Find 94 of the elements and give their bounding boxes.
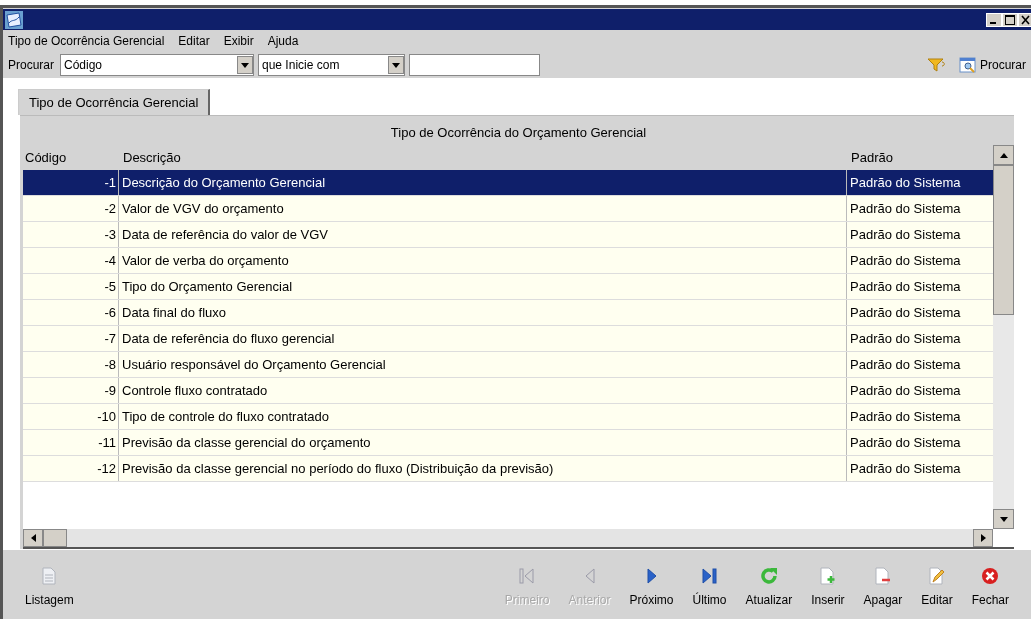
table-cell-text: Padrão do Sistema bbox=[849, 200, 962, 218]
list-button[interactable]: Listagem bbox=[21, 564, 78, 609]
menu-item[interactable]: Editar bbox=[178, 32, 210, 50]
table-cell: Valor de verba do orçamento bbox=[119, 248, 847, 273]
menu-item[interactable]: Exibir bbox=[223, 32, 254, 50]
table-cell: Data final do fluxo bbox=[119, 300, 847, 325]
close-button[interactable]: Fechar bbox=[967, 564, 1013, 609]
table-cell-text: Padrão do Sistema bbox=[849, 434, 962, 452]
table-cell: Controle fluxo contratado bbox=[119, 378, 847, 403]
close-button[interactable] bbox=[1018, 12, 1031, 27]
table-cell-text: Padrão do Sistema bbox=[849, 330, 962, 348]
table-cell-text: Padrão do Sistema bbox=[849, 304, 962, 322]
table-cell-text: Padrão do Sistema bbox=[849, 252, 962, 270]
refresh-button[interactable]: Atualizar bbox=[741, 564, 797, 609]
left-triangle-icon bbox=[583, 566, 596, 585]
table-cell: Data de referência do valor de VGV bbox=[119, 222, 847, 247]
table-cell: -2 bbox=[23, 196, 119, 221]
filter-icon[interactable] bbox=[927, 57, 947, 73]
table-cell: -4 bbox=[23, 248, 119, 273]
table-row[interactable]: -7 Data de referência do fluxo gerencial Padrão do Sistema bbox=[23, 326, 993, 352]
table-cell: Usuário responsável do Orçamento Gerencial bbox=[119, 352, 847, 377]
table-cell: -3 bbox=[23, 222, 119, 247]
table-cell: Tipo do Orçamento Gerencial bbox=[119, 274, 847, 299]
table-cell-text: Padrão do Sistema bbox=[849, 382, 962, 400]
left-arrow-icon bbox=[30, 534, 36, 542]
tab[interactable]: Tipo de Ocorrência Gerencial bbox=[18, 89, 211, 115]
table-row[interactable]: -3 Data de referência do valor de VGV Padrão do Sistema bbox=[23, 222, 993, 248]
table-cell: Previsão da classe gerencial no período do fluxo (Distribuição da previsão) bbox=[119, 456, 847, 481]
next-button[interactable]: Próximo bbox=[625, 564, 678, 609]
delete-button[interactable]: Apagar bbox=[859, 564, 907, 609]
search-label: Procurar bbox=[8, 57, 54, 74]
table-cell: -12 bbox=[23, 456, 119, 481]
document-icon bbox=[42, 566, 57, 585]
table-row[interactable]: -8 Usuário responsável do Orçamento Gerencial Padrão do Sistema bbox=[23, 352, 993, 378]
maximize-button[interactable] bbox=[1002, 12, 1018, 27]
refresh-icon bbox=[759, 566, 778, 585]
table-row[interactable]: -9 Controle fluxo contratado Padrão do Sistema bbox=[23, 378, 993, 404]
table-cell: -9 bbox=[23, 378, 119, 403]
app-icon bbox=[5, 10, 23, 29]
close-icon bbox=[981, 566, 1000, 585]
table-row[interactable]: -6 Data final do fluxo Padrão do Sistema bbox=[23, 300, 993, 326]
table-cell-text: Padrão do Sistema bbox=[849, 408, 962, 426]
vertical-scrollbar[interactable] bbox=[993, 145, 1014, 529]
edit-document-icon bbox=[928, 566, 945, 585]
add-document-icon bbox=[819, 566, 836, 585]
scrollbar-thumb[interactable] bbox=[993, 165, 1014, 315]
table-row[interactable]: -11 Previsão da classe gerencial do orçamento Padrão do Sistema bbox=[23, 430, 993, 456]
field-dropdown[interactable]: Código bbox=[60, 54, 254, 76]
column-header: Código bbox=[24, 148, 68, 167]
table-cell: -8 bbox=[23, 352, 119, 377]
table-cell-text: Padrão do Sistema bbox=[849, 174, 962, 192]
search-button[interactable]: Procurar bbox=[959, 56, 1026, 74]
table-row[interactable]: -5 Tipo do Orçamento Gerencial Padrão do Sistema bbox=[23, 274, 993, 300]
menu-item[interactable]: Tipo de Ocorrência Gerencial bbox=[8, 32, 165, 50]
table-cell: -7 bbox=[23, 326, 119, 351]
scrollbar-thumb[interactable] bbox=[43, 529, 67, 547]
table-cell: -5 bbox=[23, 274, 119, 299]
column-header: Padrão bbox=[850, 148, 894, 167]
first-icon bbox=[519, 566, 536, 585]
edit-button[interactable]: Editar bbox=[917, 564, 957, 609]
table-row[interactable]: -4 Valor de verba do orçamento Padrão do Sistema bbox=[23, 248, 993, 274]
down-arrow-icon bbox=[999, 516, 1008, 522]
table-cell: -11 bbox=[23, 430, 119, 455]
horizontal-scrollbar[interactable] bbox=[23, 529, 993, 547]
menu-item[interactable]: Ajuda bbox=[267, 32, 299, 50]
search-field[interactable] bbox=[409, 54, 540, 76]
insert-button[interactable]: Inserir bbox=[807, 564, 849, 609]
table-cell: -6 bbox=[23, 300, 119, 325]
remove-document-icon bbox=[874, 566, 891, 585]
group-header: Tipo de Ocorrência do Orçamento Gerencial bbox=[390, 124, 647, 143]
table-cell: Data de referência do fluxo gerencial bbox=[119, 326, 847, 351]
minimize-button[interactable] bbox=[986, 12, 1002, 27]
last-icon bbox=[701, 566, 718, 585]
table-cell: Valor de VGV do orçamento bbox=[119, 196, 847, 221]
table-cell-text: Padrão do Sistema bbox=[849, 460, 962, 478]
last-button[interactable]: Último bbox=[688, 564, 731, 609]
table-cell: -1 bbox=[23, 170, 119, 195]
table-row[interactable]: -1 Descrição do Orçamento Gerencial Padrão do Sistema bbox=[23, 170, 993, 196]
table-row[interactable]: -10 Tipo de controle do fluxo contratado Padrão do Sistema bbox=[23, 404, 993, 430]
table-cell: -10 bbox=[23, 404, 119, 429]
table-cell: Tipo de controle do fluxo contratado bbox=[119, 404, 847, 429]
table-cell-text: Padrão do Sistema bbox=[849, 226, 962, 244]
table-row[interactable]: -2 Valor de VGV do orçamento Padrão do Sistema bbox=[23, 196, 993, 222]
table-cell-text: Padrão do Sistema bbox=[849, 278, 962, 296]
table-cell-text: Padrão do Sistema bbox=[849, 356, 962, 374]
condition-dropdown[interactable]: que Inicie com bbox=[258, 54, 405, 76]
table-row[interactable]: -12 Previsão da classe gerencial no período do fluxo (Distribuição da previsão) Padrão do Sistema bbox=[23, 456, 993, 482]
magnifier-window-icon bbox=[959, 56, 977, 74]
up-arrow-icon bbox=[999, 152, 1008, 158]
right-triangle-icon bbox=[645, 566, 658, 585]
table-cell: Previsão da classe gerencial do orçamento bbox=[119, 430, 847, 455]
column-header: Descrição bbox=[122, 148, 182, 167]
table-cell: Descrição do Orçamento Gerencial bbox=[119, 170, 847, 195]
right-arrow-icon bbox=[980, 534, 986, 542]
